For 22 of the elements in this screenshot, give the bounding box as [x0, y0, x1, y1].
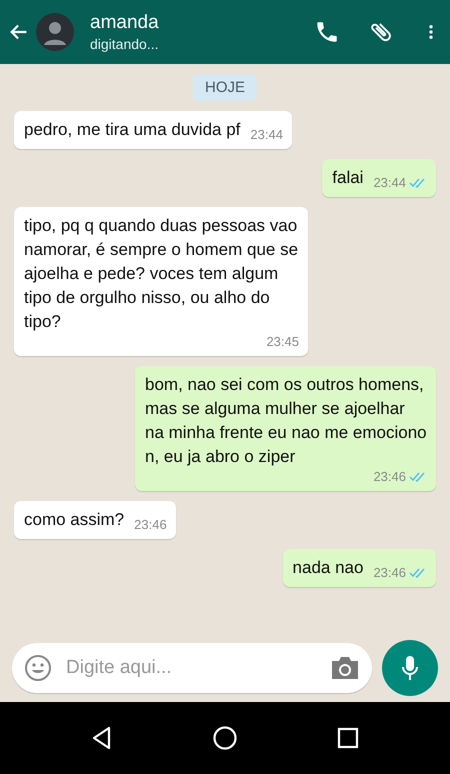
message-time: 23:44	[250, 127, 283, 142]
message-time: 23:45	[266, 334, 299, 349]
message-text: pedro, me tira uma duvida pf	[24, 119, 240, 141]
message-text: falai	[332, 167, 364, 189]
message-time: 23:46	[373, 565, 406, 580]
emoji-icon[interactable]	[24, 654, 52, 682]
typing-status: digitando...	[90, 36, 160, 52]
home-icon[interactable]	[212, 725, 238, 751]
message-time: 23:46	[373, 469, 406, 484]
message-text: bom, nao sei com os outros homens, mas se alguma mulher se ajoelhar na minha frente eu nao me emociono n, eu ja abro o ziper	[145, 374, 427, 468]
message-time: 23:46	[134, 517, 167, 532]
message-text: tipo, pq q quando duas pessoas vao namorar, é sempre o homem que se ajoelha e pede? voces tem algum tipo de orgulho nisso, ou alho do tipo?	[24, 215, 299, 333]
microphone-icon	[400, 654, 420, 682]
message-input[interactable]: Digite aqui...	[64, 656, 318, 680]
message-text: nada nao	[292, 557, 364, 579]
message-time: 23:44	[373, 175, 406, 190]
camera-icon[interactable]	[330, 655, 360, 681]
message-text: como assim?	[24, 509, 124, 531]
message-field[interactable]: Digite aqui...	[12, 643, 372, 693]
date-badge: HOJE	[192, 74, 257, 101]
contact-name: amanda	[90, 12, 160, 34]
avatar[interactable]	[36, 13, 74, 51]
